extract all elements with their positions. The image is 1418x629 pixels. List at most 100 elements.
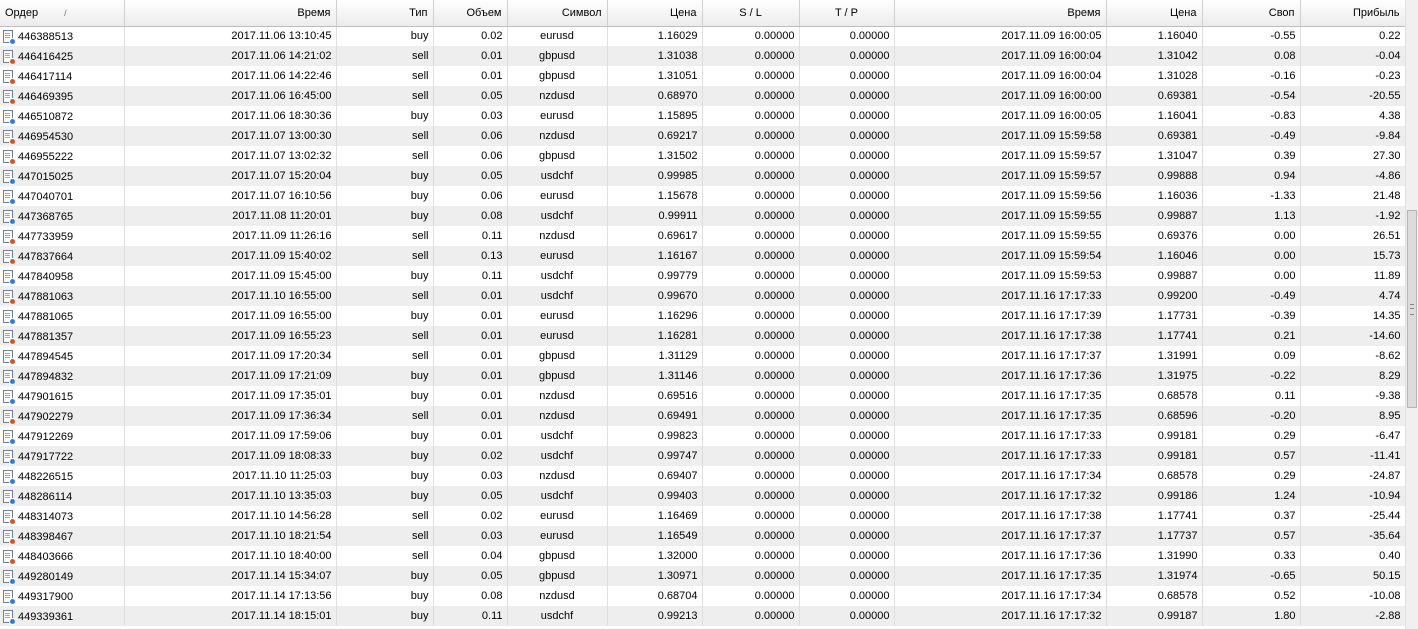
sell-order-icon	[3, 69, 16, 85]
order-type-dot-icon	[9, 517, 16, 525]
table-row[interactable]: 446417114 2017.11.06 14:22:46 sell 0.01 gbpu…	[0, 66, 1405, 86]
cell-symbol: usdchf	[507, 266, 608, 286]
cell-sl: 0.00000	[702, 126, 800, 146]
column-header-close-time[interactable]: Время	[894, 0, 1107, 27]
cell-open-time: 2017.11.09 16:55:23	[124, 326, 337, 346]
table-row[interactable]: 447894545 2017.11.09 17:20:34 sell 0.01 gbpu…	[0, 346, 1405, 366]
buy-order-icon	[3, 109, 16, 125]
table-row[interactable]: 449339361 2017.11.14 18:15:01 buy 0.11 usdch…	[0, 606, 1405, 626]
cell-close-price: 0.99181	[1106, 446, 1203, 466]
cell-close-price: 1.17737	[1106, 526, 1203, 546]
cell-close-price: 0.69381	[1106, 86, 1203, 106]
cell-sl: 0.00000	[702, 186, 800, 206]
sell-order-icon	[3, 529, 16, 545]
cell-close-time: 2017.11.16 17:17:33	[894, 446, 1107, 466]
table-row[interactable]: 449317900 2017.11.14 17:13:56 buy 0.08 nzdus…	[0, 586, 1405, 606]
table-row[interactable]: 448286114 2017.11.10 13:35:03 buy 0.05 usdch…	[0, 486, 1405, 506]
cell-type: sell	[336, 526, 434, 546]
table-row[interactable]: 448403666 2017.11.10 18:40:00 sell 0.04 gbpu…	[0, 546, 1405, 566]
sell-order-icon	[3, 89, 16, 105]
cell-close-price: 0.69381	[1106, 126, 1203, 146]
table-row[interactable]: 447894832 2017.11.09 17:21:09 buy 0.01 gbpus…	[0, 366, 1405, 386]
table-row[interactable]: 447040701 2017.11.07 16:10:56 buy 0.06 eurus…	[0, 186, 1405, 206]
column-header-sl[interactable]: S / L	[702, 0, 800, 27]
vertical-scrollbar[interactable]	[1405, 0, 1418, 629]
table-row[interactable]: 447881065 2017.11.09 16:55:00 buy 0.01 eurus…	[0, 306, 1405, 326]
table-row[interactable]: 447902279 2017.11.09 17:36:34 sell 0.01 nzdu…	[0, 406, 1405, 426]
cell-order: 447840958	[0, 266, 125, 286]
cell-close-time: 2017.11.09 16:00:04	[894, 46, 1107, 66]
column-header-type[interactable]: Тип	[336, 0, 434, 27]
cell-close-time: 2017.11.16 17:17:33	[894, 286, 1107, 306]
table-row[interactable]: 448314073 2017.11.10 14:56:28 sell 0.02 euru…	[0, 506, 1405, 526]
cell-sl: 0.00000	[702, 386, 800, 406]
order-number: 447894832	[18, 370, 74, 383]
cell-profit: 0.22	[1300, 26, 1405, 46]
cell-symbol: gbpusd	[507, 346, 608, 366]
cell-tp: 0.00000	[799, 226, 895, 246]
column-header-swap[interactable]: Своп	[1202, 0, 1301, 27]
table-row[interactable]: 447881063 2017.11.10 16:55:00 sell 0.01 usdc…	[0, 286, 1405, 306]
table-row[interactable]: 447015025 2017.11.07 15:20:04 buy 0.05 usdch…	[0, 166, 1405, 186]
column-header-profit[interactable]: Прибыль	[1300, 0, 1405, 27]
table-row[interactable]: 447368765 2017.11.08 11:20:01 buy 0.08 usdch…	[0, 206, 1405, 226]
column-header-tp[interactable]: T / P	[799, 0, 895, 27]
buy-order-icon	[3, 309, 16, 325]
table-row[interactable]: 447881357 2017.11.09 16:55:23 sell 0.01 euru…	[0, 326, 1405, 346]
cell-tp: 0.00000	[799, 346, 895, 366]
cell-close-time: 2017.11.09 15:59:55	[894, 226, 1107, 246]
column-header-open-price[interactable]: Цена	[607, 0, 703, 27]
column-header-volume[interactable]: Объем	[433, 0, 508, 27]
table-row[interactable]: 449280149 2017.11.14 15:34:07 buy 0.05 gbpus…	[0, 566, 1405, 586]
cell-volume: 0.02	[433, 446, 508, 466]
cell-tp: 0.00000	[799, 406, 895, 426]
table-row[interactable]: 447917722 2017.11.09 18:08:33 buy 0.02 usdch…	[0, 446, 1405, 466]
table-row[interactable]: 447912269 2017.11.09 17:59:06 buy 0.01 usdch…	[0, 426, 1405, 446]
buy-order-icon	[3, 369, 16, 385]
table-row[interactable]: 446510872 2017.11.06 18:30:36 buy 0.03 eurus…	[0, 106, 1405, 126]
cell-volume: 0.01	[433, 46, 508, 66]
cell-type: sell	[336, 126, 434, 146]
order-number: 449317900	[18, 590, 74, 603]
cell-open-time: 2017.11.10 18:21:54	[124, 526, 337, 546]
table-row[interactable]: 446388513 2017.11.06 13:10:45 buy 0.02 eurus…	[0, 26, 1405, 46]
cell-profit: -25.44	[1300, 506, 1405, 526]
table-row[interactable]: 448398467 2017.11.10 18:21:54 sell 0.03 euru…	[0, 526, 1405, 546]
table-row[interactable]: 446416425 2017.11.06 14:21:02 sell 0.01 gbpu…	[0, 46, 1405, 66]
table-row[interactable]: 446955222 2017.11.07 13:02:32 sell 0.06 gbpu…	[0, 146, 1405, 166]
cell-sl: 0.00000	[702, 206, 800, 226]
cell-tp: 0.00000	[799, 386, 895, 406]
cell-tp: 0.00000	[799, 266, 895, 286]
cell-open-time: 2017.11.07 13:02:32	[124, 146, 337, 166]
cell-open-price: 1.16549	[607, 526, 703, 546]
cell-volume: 0.03	[433, 466, 508, 486]
column-header-order[interactable]: Ордер /	[0, 0, 125, 27]
cell-close-price: 0.68578	[1106, 586, 1203, 606]
cell-open-time: 2017.11.06 13:10:45	[124, 26, 337, 46]
scrollbar-thumb[interactable]	[1407, 210, 1417, 408]
table-row[interactable]: 447901615 2017.11.09 17:35:01 buy 0.01 nzdus…	[0, 386, 1405, 406]
cell-open-price: 1.30971	[607, 566, 703, 586]
table-row[interactable]: 446469395 2017.11.06 16:45:00 sell 0.05 nzdu…	[0, 86, 1405, 106]
cell-swap: 0.00	[1202, 246, 1301, 266]
cell-swap: -0.83	[1202, 106, 1301, 126]
table-row[interactable]: 447733959 2017.11.09 11:26:16 sell 0.11 nzdu…	[0, 226, 1405, 246]
cell-open-price: 0.69407	[607, 466, 703, 486]
column-header-close-price[interactable]: Цена	[1106, 0, 1203, 27]
cell-close-price: 0.99888	[1106, 166, 1203, 186]
cell-open-price: 1.16281	[607, 326, 703, 346]
column-header-symbol[interactable]: Символ	[507, 0, 608, 27]
table-row[interactable]: 447837664 2017.11.09 15:40:02 sell 0.13 euru…	[0, 246, 1405, 266]
cell-order: 448398467	[0, 526, 125, 546]
cell-close-time: 2017.11.16 17:17:37	[894, 526, 1107, 546]
table-row[interactable]: 448226515 2017.11.10 11:25:03 buy 0.03 nzdus…	[0, 466, 1405, 486]
table-row[interactable]: 447840958 2017.11.09 15:45:00 buy 0.11 usdch…	[0, 266, 1405, 286]
table-row[interactable]: 446954530 2017.11.07 13:00:30 sell 0.06 nzdu…	[0, 126, 1405, 146]
cell-profit: 50.15	[1300, 566, 1405, 586]
column-header-open-time[interactable]: Время	[124, 0, 337, 27]
cell-swap: 0.29	[1202, 426, 1301, 446]
cell-sl: 0.00000	[702, 66, 800, 86]
buy-order-icon	[3, 569, 16, 585]
sell-order-icon	[3, 289, 16, 305]
cell-order: 449280149	[0, 566, 125, 586]
